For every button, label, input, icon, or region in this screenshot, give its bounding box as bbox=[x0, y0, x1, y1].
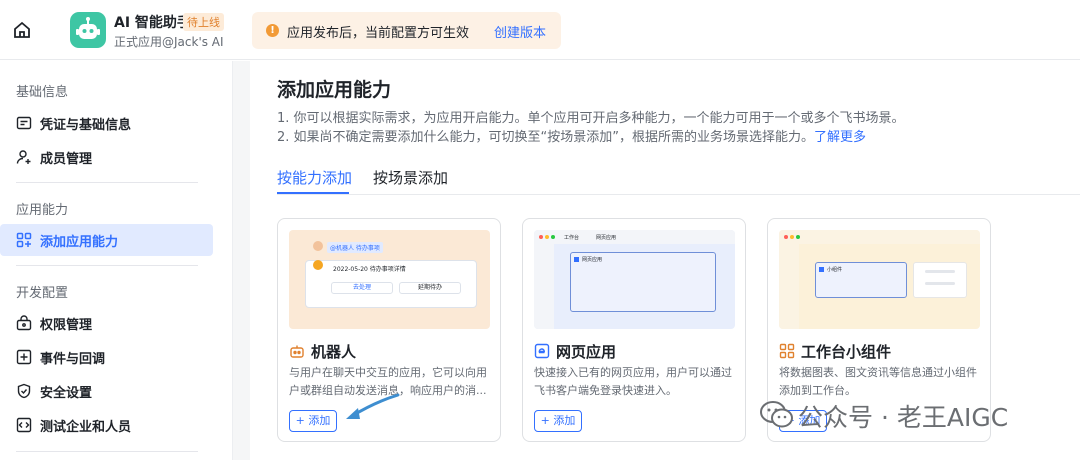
card-title: 机器人 bbox=[311, 343, 357, 361]
sidebar-divider bbox=[16, 182, 198, 183]
sidebar-item-label: 凭证与基础信息 bbox=[40, 118, 132, 133]
tabs-divider bbox=[277, 194, 1080, 195]
card-title: 工作台小组件 bbox=[801, 343, 892, 361]
preview-window-label: 网页应用 bbox=[582, 257, 603, 263]
annotation-arrow-icon bbox=[346, 393, 400, 419]
web-app-icon bbox=[534, 343, 550, 359]
sidebar-item-permissions[interactable]: 权限管理 bbox=[0, 307, 213, 339]
grid-add-icon bbox=[16, 232, 32, 248]
sidebar-item-events[interactable]: 事件与回调 bbox=[0, 341, 213, 373]
sidebar-item-label: 添加应用能力 bbox=[40, 235, 119, 250]
web-app-preview-image: 工作台 网页应用 网页应用 bbox=[534, 230, 735, 329]
sidebar-section-title: 开发配置 bbox=[16, 286, 69, 301]
sidebar-divider bbox=[16, 265, 198, 266]
preview-btn: 延期待办 bbox=[399, 282, 461, 294]
home-icon[interactable] bbox=[10, 18, 34, 42]
event-icon bbox=[16, 349, 32, 365]
code-icon bbox=[16, 417, 32, 433]
credential-icon bbox=[16, 116, 32, 130]
user-avatar-icon bbox=[313, 241, 323, 251]
status-badge: 待上线 bbox=[183, 13, 224, 31]
sidebar-item-security[interactable]: 安全设置 bbox=[0, 375, 213, 407]
sidebar-item-label: 成员管理 bbox=[40, 152, 93, 167]
top-header: AI 智能助手 待上线 正式应用@Jack's AI ! 应用发布后，当前配置方… bbox=[0, 0, 1080, 60]
warning-icon: ! bbox=[266, 24, 279, 37]
preview-square-icon bbox=[574, 257, 579, 262]
sidebar-item-test-org[interactable]: 测试企业和人员 bbox=[0, 409, 213, 441]
page-title: 添加应用能力 bbox=[277, 79, 392, 101]
card-description: 快速接入已有的网页应用，用户可以通过飞书客户端免登录快速进入。 bbox=[534, 366, 732, 397]
preview-sidebar bbox=[534, 244, 554, 329]
sidebar-item-credentials[interactable]: 凭证与基础信息 bbox=[0, 107, 213, 139]
bot-preview-image: @机器人 待办事项 2022-05-20 待办事项详情 去处理 延期待办 bbox=[289, 230, 490, 329]
card-description: 将数据图表、图文资讯等信息通过小组件添加到工作台。 bbox=[779, 366, 977, 397]
preview-tag: @机器人 待办事项 bbox=[327, 242, 383, 253]
card-title: 网页应用 bbox=[556, 343, 617, 361]
sidebar-section-title: 应用能力 bbox=[16, 203, 69, 218]
app-avatar bbox=[70, 12, 106, 48]
create-version-link[interactable]: 创建版本 bbox=[494, 22, 546, 41]
widget-icon bbox=[779, 343, 795, 359]
sidebar-gutter bbox=[233, 61, 250, 460]
app-name: AI 智能助手 bbox=[114, 15, 191, 31]
preview-bar bbox=[925, 270, 955, 273]
preview-line: 2022-05-20 待办事项详情 bbox=[333, 266, 406, 273]
sidebar-section-title: 基础信息 bbox=[16, 85, 69, 100]
sidebar-item-members[interactable]: 成员管理 bbox=[0, 141, 213, 173]
window-dots-icon bbox=[784, 235, 800, 239]
preview-tab: 网页应用 bbox=[596, 235, 617, 241]
permission-icon bbox=[16, 315, 32, 331]
wechat-icon bbox=[760, 401, 793, 428]
tab-by-capability[interactable]: 按能力添加 bbox=[277, 167, 352, 188]
preview-titlebar bbox=[779, 230, 980, 244]
notice-text: 应用发布后，当前配置方可生效 bbox=[287, 26, 470, 41]
description-text: 2. 如果尚不确定需要添加什么能力，可切换至“按场景添加”，根据所需的业务场景选… bbox=[277, 130, 815, 145]
preview-square-icon bbox=[819, 267, 824, 272]
shield-icon bbox=[17, 383, 31, 399]
add-bot-button[interactable]: + 添加 bbox=[289, 410, 337, 432]
notice-banner: ! 应用发布后，当前配置方可生效 创建版本 bbox=[252, 12, 561, 49]
tab-by-scenario[interactable]: 按场景添加 bbox=[373, 167, 448, 188]
capability-card-web-app[interactable]: 工作台 网页应用 网页应用 网页应用 快速接入已有的网页应用，用户可以通过飞书客… bbox=[522, 218, 746, 442]
preview-btn: 去处理 bbox=[331, 282, 393, 294]
bot-avatar-icon bbox=[313, 260, 323, 270]
learn-more-link[interactable]: 了解更多 bbox=[814, 130, 866, 145]
sidebar-divider bbox=[16, 451, 198, 452]
preview-sidebar bbox=[779, 244, 799, 329]
sidebar-item-label: 事件与回调 bbox=[40, 352, 106, 367]
description-line: 2. 如果尚不确定需要添加什么能力，可切换至“按场景添加”，根据所需的业务场景选… bbox=[277, 126, 866, 145]
widget-preview-image: 小组件 bbox=[779, 230, 980, 329]
sidebar-item-label: 安全设置 bbox=[40, 386, 93, 401]
watermark-text: 公众号 · 老王AIGC bbox=[798, 403, 1009, 432]
sidebar-item-add-capability[interactable]: 添加应用能力 bbox=[0, 224, 213, 256]
add-web-app-button[interactable]: + 添加 bbox=[534, 410, 582, 432]
app-subtitle: 正式应用@Jack's AI bbox=[114, 35, 224, 49]
sidebar-item-label: 测试企业和人员 bbox=[40, 420, 132, 435]
preview-widget-label: 小组件 bbox=[827, 267, 843, 273]
description-line: 1. 你可以根据实际需求，为应用开启能力。单个应用可开启多种能力，一个能力可用于… bbox=[277, 111, 905, 126]
preview-placeholder bbox=[913, 262, 967, 298]
preview-bar bbox=[925, 282, 955, 285]
preview-tab: 工作台 bbox=[564, 235, 580, 241]
sidebar: 基础信息 凭证与基础信息 成员管理 应用能力 添加应用能力 开发配置 权限管理 … bbox=[0, 61, 233, 460]
robot-icon bbox=[290, 345, 304, 358]
member-icon bbox=[16, 150, 31, 164]
sidebar-item-label: 权限管理 bbox=[40, 318, 93, 333]
window-dots-icon bbox=[539, 235, 555, 239]
